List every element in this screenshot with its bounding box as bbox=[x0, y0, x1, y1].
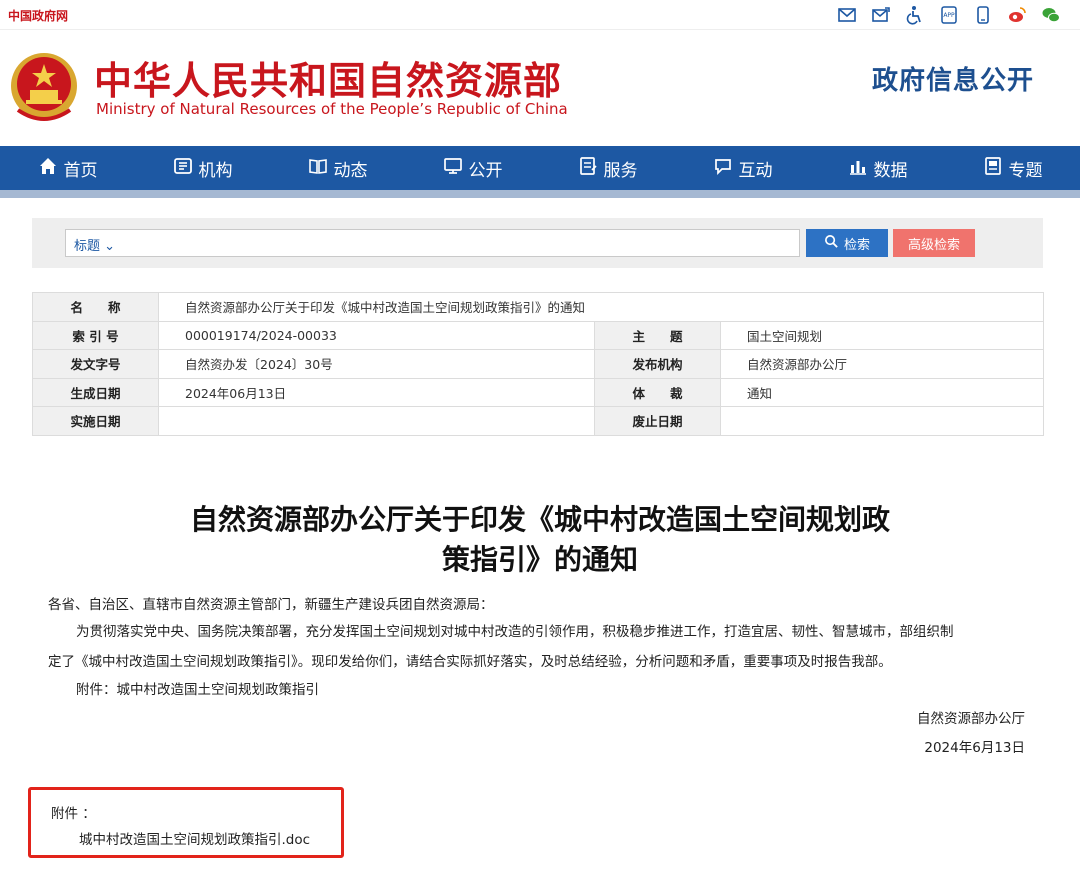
table-row: 实施日期 废止日期 bbox=[32, 406, 1044, 436]
nav-item-label: 数据 bbox=[873, 160, 908, 181]
public-icon bbox=[443, 156, 463, 181]
table-row: 生成日期 2024年06月13日 体 裁 通知 bbox=[32, 377, 1044, 407]
meta-value bbox=[720, 406, 1044, 436]
meta-label: 实施日期 bbox=[32, 406, 159, 436]
advanced-search-button[interactable]: 高级检索 bbox=[893, 229, 975, 257]
nav-item-org[interactable]: 机构 bbox=[135, 146, 270, 190]
wechat-icon[interactable] bbox=[1040, 4, 1062, 26]
meta-value: 2024年06月13日 bbox=[158, 377, 595, 407]
nav-item-label: 公开 bbox=[468, 160, 503, 181]
article-title: 自然资源部办公厅关于印发《城中村改造国土空间规划政 策指引》的通知 bbox=[189, 503, 890, 576]
table-row: 索 引 号 000019174/2024-00033 主 题 国土空间规划 bbox=[32, 320, 1044, 350]
ministry-title-cn: 中华人民共和国自然资源部 bbox=[94, 59, 563, 103]
chevron-down-icon: ⌄ bbox=[104, 239, 116, 254]
home-icon bbox=[38, 156, 58, 181]
mobile-icon[interactable] bbox=[972, 4, 994, 26]
article-paragraph: 为贯彻落实党中央、国务院决策部署，充分发挥国土空间规划对城中村改造的引领作用，积… bbox=[76, 624, 954, 640]
news-icon bbox=[308, 156, 328, 181]
meta-label: 生成日期 bbox=[32, 377, 159, 407]
data-icon bbox=[848, 156, 868, 181]
meta-label: 主 题 bbox=[594, 320, 721, 350]
utility-icons: APP bbox=[836, 4, 1062, 26]
search-type-select[interactable]: 标题 ⌄ bbox=[74, 235, 115, 254]
site-header: 中华人民共和国自然资源部 Ministry of Natural Resourc… bbox=[0, 30, 1080, 146]
nav-item-news[interactable]: 动态 bbox=[270, 146, 405, 190]
attachment-highlight-box: 附件 ： 城中村改造国土空间规划政策指引.doc bbox=[28, 787, 344, 858]
meta-label: 发文字号 bbox=[32, 349, 159, 379]
app-icon[interactable]: APP bbox=[938, 4, 960, 26]
gov-info-disclosure-title[interactable]: 政府信息公开 bbox=[872, 60, 1034, 97]
meta-value: 自然资办发〔2024〕30号 bbox=[158, 349, 595, 379]
gov-portal-link[interactable]: 中国政府网 bbox=[8, 7, 68, 24]
mail-edit-icon[interactable] bbox=[870, 4, 892, 26]
meta-value: 自然资源部办公厅 bbox=[720, 349, 1044, 379]
meta-value: 000019174/2024-00033 bbox=[158, 320, 595, 350]
search-bar: 标题 ⌄ 检索 高级检索 bbox=[32, 218, 1043, 268]
search-icon bbox=[824, 234, 839, 253]
search-input[interactable]: 标题 ⌄ bbox=[65, 229, 800, 257]
article-paragraph-cont: 定了《城中村改造国土空间规划政策指引》。现印发给你们，请结合实际抓好落实，及时总… bbox=[48, 654, 892, 670]
meta-value: 国土空间规划 bbox=[720, 320, 1044, 350]
nav-item-topic[interactable]: 专题 bbox=[945, 146, 1080, 190]
nav-item-label: 首页 bbox=[63, 160, 98, 181]
article-attachment-note: 附件：城中村改造国土空间规划政策指引 bbox=[76, 682, 319, 698]
topic-icon bbox=[983, 156, 1003, 181]
nav-item-data[interactable]: 数据 bbox=[810, 146, 945, 190]
meta-label: 废止日期 bbox=[594, 406, 721, 436]
meta-value: 通知 bbox=[720, 377, 1044, 407]
meta-value: 自然资源部办公厅关于印发《城中村改造国土空间规划政策指引》的通知 bbox=[158, 292, 1044, 322]
nav-item-service[interactable]: 服务 bbox=[540, 146, 675, 190]
article-salutation: 各省、自治区、直辖市自然资源主管部门，新疆生产建设兵团自然资源局： bbox=[48, 597, 494, 613]
meta-label: 发布机构 bbox=[594, 349, 721, 379]
meta-value bbox=[158, 406, 595, 436]
svg-text:APP: APP bbox=[943, 12, 955, 19]
article-date: 2024年6月13日 bbox=[924, 740, 1025, 756]
attachment-label: 附件 ： bbox=[51, 806, 96, 822]
accessibility-icon[interactable] bbox=[904, 4, 926, 26]
article-signature: 自然资源部办公厅 bbox=[917, 711, 1025, 727]
ministry-title-en: Ministry of Natural Resources of the Peo… bbox=[96, 100, 568, 118]
nav-item-interact[interactable]: 互动 bbox=[675, 146, 810, 190]
search-button[interactable]: 检索 bbox=[806, 229, 888, 257]
org-icon bbox=[173, 156, 193, 181]
attachment-file-link[interactable]: 城中村改造国土空间规划政策指引.doc bbox=[79, 828, 310, 848]
table-row: 名 称 自然资源部办公厅关于印发《城中村改造国土空间规划政策指引》的通知 bbox=[32, 292, 1044, 322]
mail-icon[interactable] bbox=[836, 4, 858, 26]
nav-item-public[interactable]: 公开 bbox=[405, 146, 540, 190]
nav-item-label: 机构 bbox=[198, 160, 233, 181]
chat-icon bbox=[713, 156, 733, 181]
top-utility-bar: 中国政府网 APP bbox=[0, 0, 1080, 30]
service-icon bbox=[578, 156, 598, 181]
nav-item-label: 服务 bbox=[603, 160, 638, 181]
nav-item-label: 互动 bbox=[738, 160, 773, 181]
document-metadata-table: 名 称 自然资源部办公厅关于印发《城中村改造国土空间规划政策指引》的通知 索 引… bbox=[32, 292, 1044, 436]
weibo-icon[interactable] bbox=[1006, 4, 1028, 26]
table-row: 发文字号 自然资办发〔2024〕30号 发布机构 自然资源部办公厅 bbox=[32, 349, 1044, 379]
main-nav: 首页 机构 动态 公开 服务 互动 数据 专题 bbox=[0, 146, 1080, 190]
meta-label: 索 引 号 bbox=[32, 320, 159, 350]
nav-underline-bar bbox=[0, 190, 1080, 198]
national-emblem-logo bbox=[8, 48, 80, 128]
nav-item-label: 专题 bbox=[1008, 160, 1043, 181]
nav-item-label: 动态 bbox=[333, 160, 368, 181]
nav-item-home[interactable]: 首页 bbox=[0, 146, 135, 190]
meta-label: 名 称 bbox=[32, 292, 159, 322]
meta-label: 体 裁 bbox=[594, 377, 721, 407]
